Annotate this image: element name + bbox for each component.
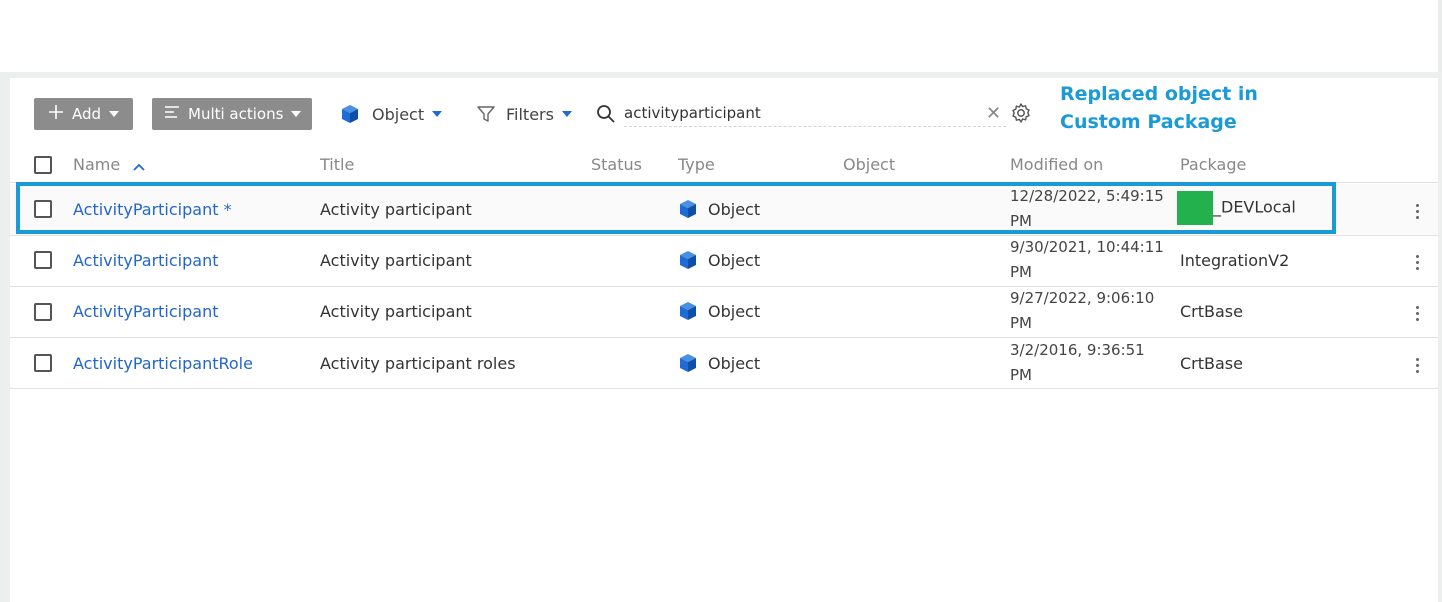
- redaction-mark: [1177, 191, 1213, 225]
- multi-actions-button[interactable]: Multi actions: [152, 98, 312, 130]
- add-button-label: Add: [72, 105, 102, 123]
- row-type: Object: [678, 301, 760, 321]
- row-title: Activity participant: [320, 251, 472, 270]
- row-type-label: Object: [708, 353, 761, 373]
- search-input[interactable]: [624, 100, 1006, 127]
- more-options-icon[interactable]: [1416, 201, 1419, 222]
- column-header-modified-on[interactable]: Modified on: [1010, 155, 1103, 174]
- column-header-status[interactable]: Status: [591, 155, 642, 174]
- top-blank-area: [0, 0, 1442, 72]
- column-header-name-label: Name: [73, 155, 121, 174]
- row-package: _DEVLocal: [1177, 191, 1296, 225]
- table-row[interactable]: ActivityParticipant Activity participant…: [10, 286, 1438, 338]
- lines-icon: [164, 105, 180, 123]
- object-filter-label: Object: [372, 104, 425, 124]
- multi-actions-label: Multi actions: [188, 105, 284, 123]
- add-button[interactable]: Add: [34, 98, 133, 130]
- filters-label: Filters: [506, 104, 554, 124]
- column-header-package[interactable]: Package: [1180, 155, 1246, 174]
- annotation-line-1: Replaced object in: [1060, 83, 1258, 105]
- row-package: IntegrationV2: [1180, 251, 1290, 270]
- cube-icon: [340, 104, 360, 124]
- row-name-link[interactable]: ActivityParticipantRole: [73, 354, 253, 373]
- row-type: Object: [678, 353, 760, 373]
- row-modified-on: 9/30/2021, 10:44:11 PM: [1010, 238, 1164, 281]
- cube-icon: [680, 354, 696, 372]
- caret-down-icon: [561, 111, 572, 117]
- row-checkbox[interactable]: [34, 200, 52, 218]
- table-header: Name Title Status Type Object Modified o…: [10, 150, 1438, 183]
- window-edge: [1438, 0, 1442, 72]
- row-package: CrtBase: [1180, 354, 1243, 373]
- caret-down-icon: [291, 111, 302, 117]
- row-type: Object: [678, 199, 760, 219]
- annotation-text: Replaced object in Custom Package: [1060, 80, 1280, 136]
- row-title: Activity participant roles: [320, 354, 516, 373]
- row-type-label: Object: [708, 199, 761, 219]
- search-icon: [596, 104, 616, 128]
- row-name-link[interactable]: ActivityParticipant: [73, 251, 218, 270]
- more-options-icon[interactable]: [1416, 303, 1419, 324]
- row-title: Activity participant: [320, 200, 472, 219]
- plus-icon: [48, 104, 64, 124]
- table-row[interactable]: ActivityParticipantRole Activity partici…: [10, 337, 1438, 389]
- row-package-label: _DEVLocal: [1213, 197, 1296, 217]
- row-name-link[interactable]: ActivityParticipant: [73, 302, 218, 321]
- column-header-title[interactable]: Title: [320, 155, 354, 174]
- cube-icon: [680, 251, 696, 269]
- cube-icon: [680, 200, 696, 218]
- row-type-label: Object: [708, 301, 761, 321]
- cube-icon: [680, 302, 696, 320]
- object-type-filter[interactable]: Object: [340, 98, 443, 130]
- filters-button[interactable]: Filters: [476, 98, 572, 130]
- more-options-icon[interactable]: [1416, 355, 1419, 376]
- row-package: CrtBase: [1180, 302, 1243, 321]
- column-header-type[interactable]: Type: [678, 155, 715, 174]
- row-checkbox[interactable]: [34, 303, 52, 321]
- table-row[interactable]: ActivityParticipant Activity participant…: [10, 235, 1438, 287]
- row-modified-on: 3/2/2016, 9:36:51 PM: [1010, 341, 1145, 384]
- table-row[interactable]: ActivityParticipant * Activity participa…: [10, 184, 1438, 236]
- caret-down-icon: [432, 111, 443, 117]
- funnel-icon: [476, 104, 496, 124]
- annotation-line-2: Custom Package: [1060, 111, 1237, 133]
- caret-down-icon: [109, 111, 120, 117]
- chevron-up-icon: [133, 156, 145, 175]
- more-options-icon[interactable]: [1416, 252, 1419, 273]
- row-type-label: Object: [708, 250, 761, 270]
- select-all-checkbox[interactable]: [34, 156, 52, 174]
- gear-icon[interactable]: [1010, 102, 1032, 128]
- row-title: Activity participant: [320, 302, 472, 321]
- column-header-name[interactable]: Name: [73, 155, 145, 175]
- row-modified-on: 9/27/2022, 9:06:10 PM: [1010, 289, 1155, 332]
- row-name-link[interactable]: ActivityParticipant *: [73, 200, 232, 219]
- row-modified-on: 12/28/2022, 5:49:15 PM: [1010, 187, 1164, 230]
- column-header-object[interactable]: Object: [843, 155, 895, 174]
- row-checkbox[interactable]: [34, 251, 52, 269]
- row-checkbox[interactable]: [34, 354, 52, 372]
- row-type: Object: [678, 250, 760, 270]
- search-bar: ✕: [596, 96, 1036, 132]
- clear-search-icon[interactable]: ✕: [986, 103, 1001, 124]
